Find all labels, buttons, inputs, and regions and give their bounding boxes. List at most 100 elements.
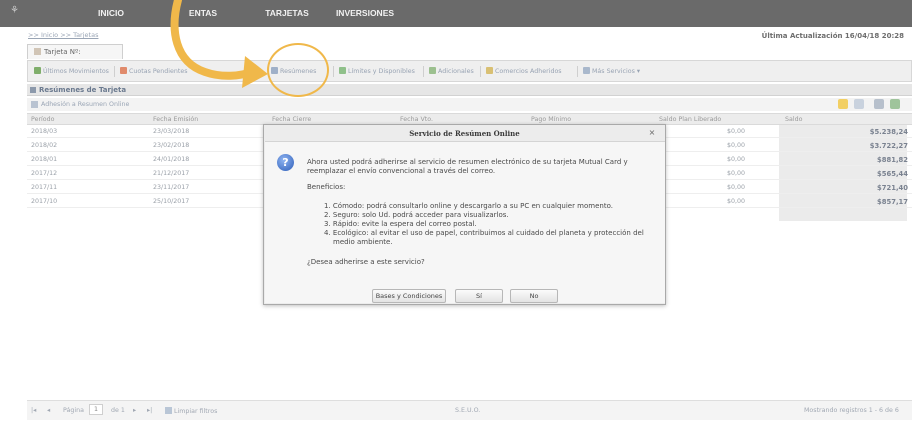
page-of-label: de 1 [111,407,125,414]
section-header: Resúmenes de Tarjeta [27,84,912,96]
cell-emision: 23/11/2017 [153,184,190,191]
cell-emision: 25/10/2017 [153,198,190,205]
column-header[interactable]: Fecha Vto. [400,116,433,123]
toolbar-divider [114,66,115,77]
page-number-input[interactable]: 1 [89,404,103,415]
clear-filters-button[interactable]: Limpiar filtros [165,407,217,415]
export-icon[interactable] [890,99,900,109]
online-statement-icon [31,101,38,108]
cell-emision: 21/12/2017 [153,170,190,177]
records-count: Mostrando registros 1 - 6 de 6 [804,407,899,414]
filter-icon [165,407,172,414]
cell-saldo: $721,40 [877,184,908,192]
seuo-label: S.E.U.O. [455,407,481,414]
cell-saldo: $3.722,27 [869,142,908,150]
cell-plan: $0,00 [727,184,746,191]
cell-plan: $0,00 [727,128,746,135]
chevron-down-icon: ▾ [636,68,641,75]
nav-tab-inversiones[interactable]: INVERSIONES [326,0,404,27]
yes-button[interactable]: Sí [455,289,503,303]
no-button[interactable]: No [510,289,558,303]
next-page-icon[interactable]: ▸ [133,407,136,414]
cell-emision: 24/01/2018 [153,156,190,163]
cell-plan: $0,00 [727,156,746,163]
dialog-intro-line-2: reemplazar el envío convencional a travé… [307,167,496,175]
top-navigation-bar: ⚘ INICIO ENTAS TARJETAS INVERSIONES [0,0,912,27]
benefit-item: 1. Cómodo: podrá consultarlo online y de… [324,202,613,210]
close-icon[interactable]: × [647,128,657,138]
print-icon[interactable] [874,99,884,109]
section-title: Resúmenes de Tarjeta [39,86,127,94]
clear-filters-label: Limpiar filtros [174,408,218,415]
dialog-body: ? Ahora usted podrá adherirse al servici… [265,141,665,303]
column-header[interactable]: Saldo Plan Liberado [659,116,721,123]
column-header[interactable]: Saldo [785,116,802,123]
cell-period: 2017/11 [31,184,58,191]
first-page-icon[interactable]: |◂ [31,407,36,414]
adhesion-link[interactable]: Adhesión a Resumen Online [41,101,129,108]
column-header[interactable]: Pago Mínimo [531,116,571,123]
star-icon[interactable] [838,99,848,109]
highlight-circle [267,43,329,97]
additional-cards-icon [429,67,436,74]
toolbar-limites-disponibles[interactable]: Límites y Disponibles [339,67,415,75]
benefits-label: Beneficios: [307,183,346,191]
column-header[interactable]: Período [31,116,55,123]
dialog-title: Servicio de Resúmen Online [409,129,520,138]
dialog-intro-line-1: Ahora usted podrá adherirse al servicio … [307,158,628,166]
cell-emision: 23/02/2018 [153,142,190,149]
card-icon [34,48,41,55]
column-header[interactable]: Fecha Cierre [272,116,311,123]
resumen-online-dialog: Servicio de Resúmen Online × ? Ahora ust… [263,124,666,305]
benefit-item-continuation: medio ambiente. [333,238,393,246]
terms-button[interactable]: Bases y Condiciones [372,289,446,303]
cell-period: 2018/01 [31,156,58,163]
breadcrumb[interactable]: >> Inicio >> Tarjetas [28,31,98,39]
nav-tab-tarjetas[interactable]: TARJETAS [257,0,317,27]
toolbar-divider [423,66,424,77]
toolbar-cuotas-pendientes[interactable]: Cuotas Pendientes [120,67,188,75]
cell-saldo: $881,82 [877,156,908,164]
cell-plan: $0,00 [727,142,746,149]
page-label: Página [63,407,84,414]
cell-period: 2017/10 [31,198,58,205]
logo-icon: ⚘ [10,5,19,16]
toolbar-label: Límites y Disponibles [348,68,415,75]
toolbar-mas-servicios[interactable]: Más Servicios ▾ [583,67,640,75]
services-icon [583,67,590,74]
last-update-label: Última Actualización 16/04/18 20:28 [761,32,904,40]
toolbar-comercios-adheridos[interactable]: Comercios Adheridos [486,67,562,75]
breadcrumb-text[interactable]: >> Inicio >> Tarjetas [28,31,98,39]
sub-toolbar: Adhesión a Resumen Online [27,98,912,111]
cell-period: 2018/03 [31,128,58,135]
nav-tab-inicio[interactable]: INICIO [86,0,136,27]
toolbar-label: Últimos Movimientos [43,68,109,75]
cell-plan: $0,00 [727,170,746,177]
dialog-question: ¿Desea adherirse a este servicio? [307,258,425,266]
installments-icon [120,67,127,74]
nav-tab-cuentas[interactable]: ENTAS [178,0,228,27]
question-icon: ? [277,154,294,171]
pager-bar: |◂ ◂ Página 1 de 1 ▸ ▸| Limpiar filtros … [27,400,912,420]
card-toolbar: Últimos Movimientos Cuotas Pendientes Re… [27,60,912,82]
toolbar-ultimos-movimientos[interactable]: Últimos Movimientos [34,67,109,75]
toolbar-divider [577,66,578,77]
toolbar-adicionales[interactable]: Adicionales [429,67,474,75]
movements-icon [34,67,41,74]
cell-saldo: $5.238,24 [869,128,908,136]
toolbar-label: Cuotas Pendientes [129,68,188,75]
last-page-icon[interactable]: ▸| [147,407,152,414]
section-icon [30,87,36,93]
merchants-icon [486,67,493,74]
card-tab[interactable]: Tarjeta Nº: [27,44,123,59]
toolbar-label: Más Servicios [592,68,635,75]
prev-page-icon[interactable]: ◂ [47,407,50,414]
cell-plan: $0,00 [727,198,746,205]
column-header[interactable]: Fecha Emisión [153,116,198,123]
filter-icon[interactable] [854,99,864,109]
toolbar-label: Adicionales [438,68,474,75]
cell-emision: 23/03/2018 [153,128,190,135]
benefit-item: 2. Seguro: solo Ud. podrá acceder para v… [324,211,509,219]
toolbar-divider [480,66,481,77]
cell-saldo: $565,44 [877,170,908,178]
